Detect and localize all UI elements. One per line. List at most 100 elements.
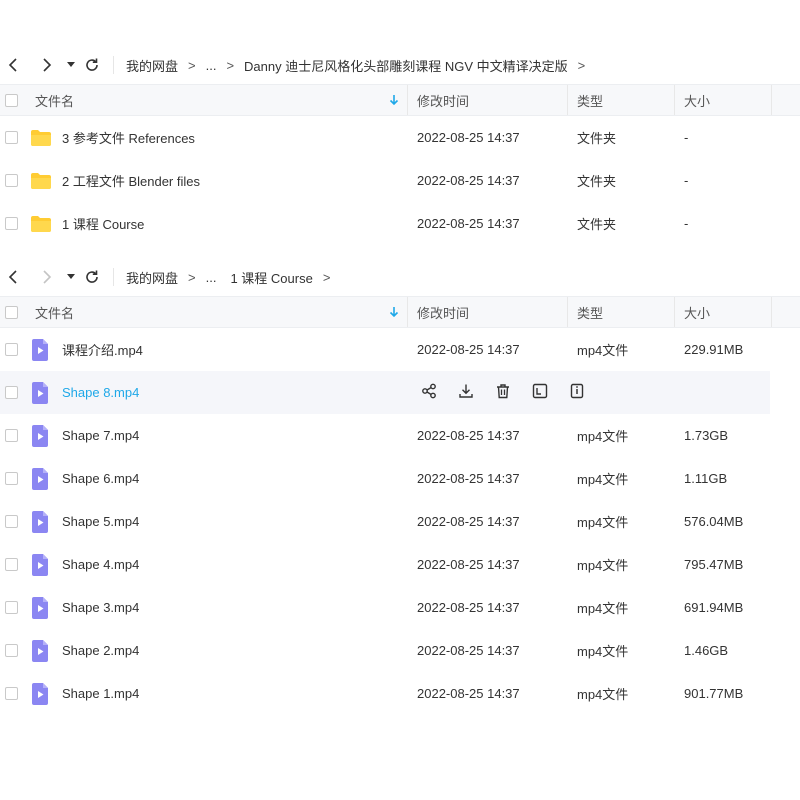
row-checkbox[interactable] bbox=[5, 629, 18, 672]
forward-button[interactable] bbox=[36, 258, 56, 296]
video-file-icon bbox=[30, 371, 50, 414]
breadcrumb-ellipsis[interactable]: ... bbox=[206, 270, 217, 285]
column-divider[interactable] bbox=[674, 85, 675, 115]
chevron-right-icon bbox=[43, 58, 52, 72]
row-checkbox[interactable] bbox=[5, 457, 18, 500]
table-row[interactable]: 课程介绍.mp4 2022-08-25 14:37 mp4文件 229.91MB bbox=[0, 328, 800, 371]
column-header-size[interactable]: 大小 bbox=[684, 297, 710, 327]
table-row[interactable]: 3 参考文件 References 2022-08-25 14:37 文件夹 - bbox=[0, 116, 800, 159]
table-row[interactable]: Shape 7.mp4 2022-08-25 14:37 mp4文件 1.73G… bbox=[0, 414, 800, 457]
column-header-type[interactable]: 类型 bbox=[577, 297, 603, 327]
file-name[interactable]: Shape 5.mp4 bbox=[62, 500, 139, 543]
nav-bar: 我的网盘 > ... > 1 课程 Course > bbox=[0, 258, 800, 296]
file-name-text[interactable]: 课程介绍.mp4 bbox=[62, 340, 143, 359]
file-name-text[interactable]: Shape 2.mp4 bbox=[62, 643, 139, 658]
sort-down-arrow-icon[interactable] bbox=[389, 85, 399, 115]
table-row[interactable]: Shape 2.mp4 2022-08-25 14:37 mp4文件 1.46G… bbox=[0, 629, 800, 672]
modified-time: 2022-08-25 14:37 bbox=[417, 600, 520, 615]
column-divider[interactable] bbox=[407, 85, 408, 115]
file-name[interactable]: 1 课程 Course bbox=[62, 202, 144, 245]
share-icon bbox=[421, 383, 437, 402]
modified-time: 2022-08-25 14:37 bbox=[417, 428, 520, 443]
file-size: 901.77MB bbox=[684, 686, 744, 701]
row-checkbox[interactable] bbox=[5, 328, 18, 371]
share-button[interactable] bbox=[410, 381, 447, 405]
file-name-text[interactable]: Shape 5.mp4 bbox=[62, 514, 139, 529]
file-name-text[interactable]: Shape 7.mp4 bbox=[62, 428, 139, 443]
column-divider[interactable] bbox=[771, 85, 772, 115]
caret-down-icon bbox=[67, 274, 75, 279]
row-checkbox[interactable] bbox=[5, 116, 18, 159]
table-row-hovered[interactable]: Shape 8.mp4 bbox=[0, 371, 770, 414]
file-name[interactable]: Shape 2.mp4 bbox=[62, 629, 139, 672]
select-all-checkbox[interactable] bbox=[5, 297, 18, 327]
sort-down-arrow-icon[interactable] bbox=[389, 297, 399, 327]
table-row[interactable]: 1 课程 Course 2022-08-25 14:37 文件夹 - bbox=[0, 202, 800, 245]
file-name[interactable]: 课程介绍.mp4 bbox=[62, 328, 143, 371]
file-size: 691.94MB bbox=[684, 600, 744, 615]
breadcrumb-ellipsis[interactable]: ... bbox=[206, 58, 217, 73]
column-header-time[interactable]: 修改时间 bbox=[417, 85, 469, 115]
file-name[interactable]: Shape 3.mp4 bbox=[62, 586, 139, 629]
column-header-time[interactable]: 修改时间 bbox=[417, 297, 469, 327]
row-checkbox[interactable] bbox=[5, 500, 18, 543]
column-divider[interactable] bbox=[407, 297, 408, 327]
file-type: mp4文件 bbox=[577, 601, 629, 616]
file-name[interactable]: Shape 1.mp4 bbox=[62, 672, 139, 715]
table-row[interactable]: Shape 3.mp4 2022-08-25 14:37 mp4文件 691.9… bbox=[0, 586, 800, 629]
table-row[interactable]: Shape 1.mp4 2022-08-25 14:37 mp4文件 901.7… bbox=[0, 672, 800, 715]
delete-button[interactable] bbox=[484, 381, 521, 405]
table-row[interactable]: 2 工程文件 Blender files 2022-08-25 14:37 文件… bbox=[0, 159, 800, 202]
file-name[interactable]: Shape 7.mp4 bbox=[62, 414, 139, 457]
row-checkbox[interactable] bbox=[5, 159, 18, 202]
table-row[interactable]: Shape 4.mp4 2022-08-25 14:37 mp4文件 795.4… bbox=[0, 543, 800, 586]
column-divider[interactable] bbox=[567, 85, 568, 115]
column-divider[interactable] bbox=[771, 297, 772, 327]
file-name-text[interactable]: Shape 4.mp4 bbox=[62, 557, 139, 572]
file-name[interactable]: 2 工程文件 Blender files bbox=[62, 159, 200, 202]
breadcrumb-current[interactable]: Danny 迪士尼风格化头部雕刻课程 NGV 中文精译决定版 bbox=[244, 56, 568, 75]
modified-time: 2022-08-25 14:37 bbox=[417, 173, 520, 188]
row-checkbox[interactable] bbox=[5, 586, 18, 629]
download-button[interactable] bbox=[447, 381, 484, 405]
select-all-checkbox[interactable] bbox=[5, 85, 18, 115]
breadcrumb-root[interactable]: 我的网盘 bbox=[126, 56, 178, 75]
refresh-button[interactable] bbox=[82, 258, 102, 296]
table-row[interactable]: Shape 6.mp4 2022-08-25 14:37 mp4文件 1.11G… bbox=[0, 457, 800, 500]
breadcrumb-current[interactable]: 1 课程 Course bbox=[230, 268, 312, 287]
more-info-button[interactable] bbox=[558, 381, 595, 405]
file-name[interactable]: Shape 8.mp4 bbox=[62, 371, 139, 414]
column-divider[interactable] bbox=[674, 297, 675, 327]
back-button[interactable] bbox=[4, 258, 24, 296]
breadcrumb-separator: > bbox=[188, 57, 196, 73]
file-size: 1.46GB bbox=[684, 643, 729, 658]
file-size: - bbox=[684, 216, 689, 231]
row-checkbox[interactable] bbox=[5, 371, 18, 414]
refresh-button[interactable] bbox=[82, 46, 102, 84]
history-dropdown-button[interactable] bbox=[64, 258, 78, 296]
file-name-text[interactable]: Shape 8.mp4 bbox=[62, 385, 139, 400]
file-name-text[interactable]: Shape 3.mp4 bbox=[62, 600, 139, 615]
forward-button[interactable] bbox=[36, 46, 56, 84]
column-header-size[interactable]: 大小 bbox=[684, 85, 710, 115]
row-checkbox[interactable] bbox=[5, 543, 18, 586]
table-row[interactable]: Shape 5.mp4 2022-08-25 14:37 mp4文件 576.0… bbox=[0, 500, 800, 543]
rename-button[interactable] bbox=[521, 381, 558, 405]
file-name[interactable]: Shape 4.mp4 bbox=[62, 543, 139, 586]
breadcrumb-root[interactable]: 我的网盘 bbox=[126, 268, 178, 287]
column-header-name[interactable]: 文件名 bbox=[35, 297, 74, 327]
file-name-text[interactable]: Shape 6.mp4 bbox=[62, 471, 139, 486]
column-header-name[interactable]: 文件名 bbox=[35, 85, 74, 115]
row-checkbox[interactable] bbox=[5, 414, 18, 457]
file-name-text[interactable]: Shape 1.mp4 bbox=[62, 686, 139, 701]
file-name[interactable]: Shape 6.mp4 bbox=[62, 457, 139, 500]
file-name[interactable]: 3 参考文件 References bbox=[62, 116, 195, 159]
column-header-type[interactable]: 类型 bbox=[577, 85, 603, 115]
download-icon bbox=[458, 383, 474, 402]
row-checkbox[interactable] bbox=[5, 672, 18, 715]
history-dropdown-button[interactable] bbox=[64, 46, 78, 84]
row-checkbox[interactable] bbox=[5, 202, 18, 245]
refresh-icon bbox=[86, 270, 98, 283]
back-button[interactable] bbox=[4, 46, 24, 84]
column-divider[interactable] bbox=[567, 297, 568, 327]
